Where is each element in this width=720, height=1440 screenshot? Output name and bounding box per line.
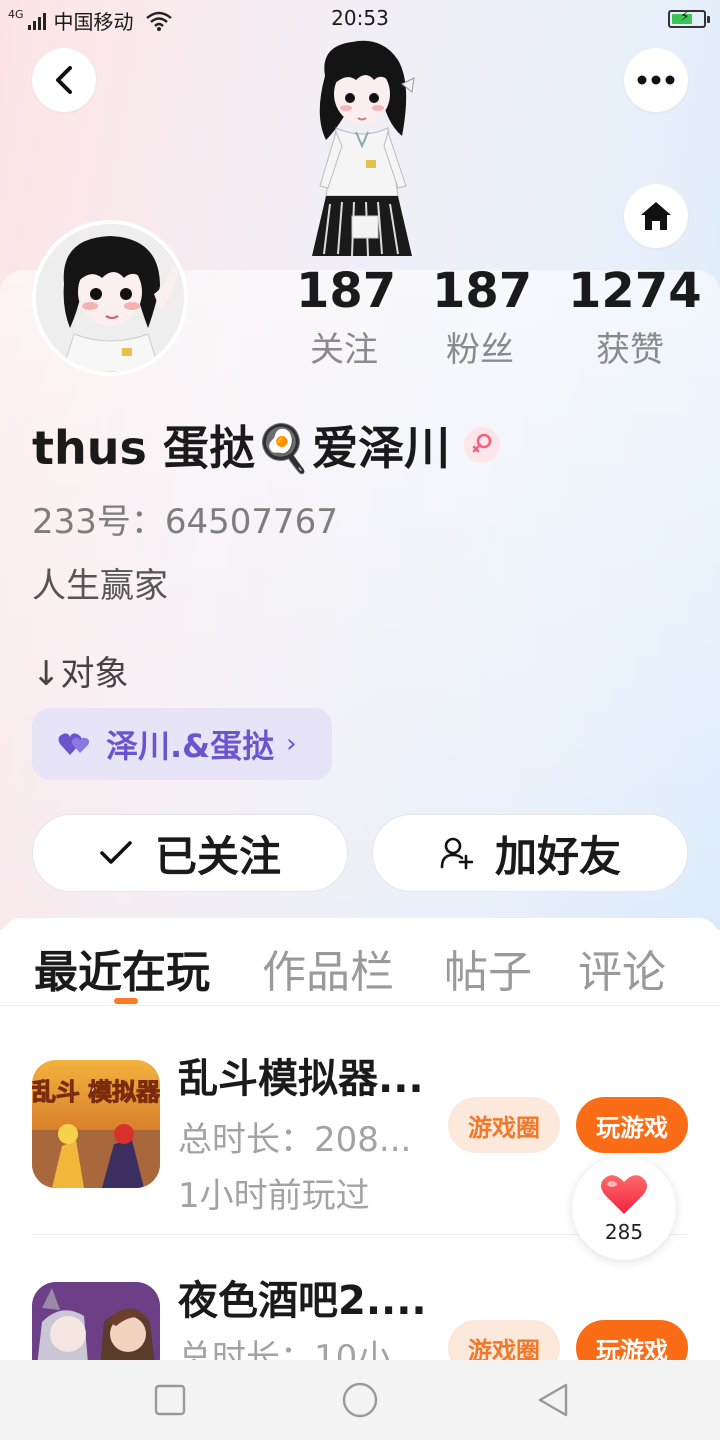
triangle-back-icon[interactable] xyxy=(536,1382,570,1418)
nickname-text: thus 蛋挞🍳爱泽川 xyxy=(32,421,451,475)
active-tab-indicator xyxy=(114,998,138,1004)
profile-tabs: 最近在玩 作品栏 帖子 评论 xyxy=(0,918,720,1006)
more-dots-icon xyxy=(637,75,675,85)
game-icon: 乱斗 模拟器 xyxy=(32,1060,160,1188)
female-icon xyxy=(464,427,501,463)
character-figure-image xyxy=(312,40,415,257)
add-friend-icon xyxy=(440,837,473,870)
user-id: 233号：64507767 xyxy=(32,502,338,542)
chevron-right-icon: › xyxy=(286,729,297,759)
like-button[interactable]: 285 xyxy=(572,1156,676,1260)
game-duration: 总时长：10小 xyxy=(178,1338,392,1360)
tab-posts[interactable]: 帖子 xyxy=(444,936,532,1000)
partner-label: ↓对象 xyxy=(32,654,129,694)
profile-nickname: thus 蛋挞🍳爱泽川 xyxy=(32,412,501,478)
check-icon xyxy=(100,841,132,864)
stat-value: 187 xyxy=(432,263,533,319)
game-circle-button[interactable]: 游戏圈 xyxy=(448,1097,560,1153)
user-bio: 人生赢家 xyxy=(32,566,168,606)
like-count: 285 xyxy=(604,1220,644,1244)
tab-comments[interactable]: 评论 xyxy=(578,936,666,1000)
double-heart-icon xyxy=(58,733,90,755)
status-bar: 4G 中国移动 20:53 ⚡ xyxy=(0,0,720,38)
stat-following[interactable]: 187 关注 xyxy=(296,262,397,380)
tab-works[interactable]: 作品栏 xyxy=(262,936,394,1000)
stat-label: 获赞 xyxy=(596,330,664,370)
add-friend-button[interactable]: 加好友 xyxy=(372,814,688,892)
partner-name: 泽川.&蛋挞 xyxy=(106,727,275,765)
tab-recently-played[interactable]: 最近在玩 xyxy=(34,936,210,1000)
square-icon[interactable] xyxy=(154,1384,186,1416)
circle-icon[interactable] xyxy=(341,1381,379,1419)
stat-value: 1274 xyxy=(568,263,702,319)
more-options-button[interactable] xyxy=(624,48,688,112)
clock: 20:53 xyxy=(331,6,389,30)
followed-label: 已关注 xyxy=(154,831,281,881)
play-game-button[interactable]: 玩游戏 xyxy=(576,1320,688,1360)
game-duration: 总时长：208... xyxy=(178,1120,412,1160)
followed-button[interactable]: 已关注 xyxy=(32,814,348,892)
game-icon xyxy=(32,1282,160,1360)
battery-charging-icon: ⚡ xyxy=(668,9,710,28)
game-title: 夜色酒吧2.... xyxy=(178,1278,427,1324)
stat-followers[interactable]: 187 粉丝 xyxy=(432,262,533,380)
game-last-played: 1小时前玩过 xyxy=(178,1176,370,1216)
game-circle-button[interactable]: 游戏圈 xyxy=(448,1320,560,1360)
stat-likes[interactable]: 1274 获赞 xyxy=(568,262,702,380)
back-arrow-icon xyxy=(56,66,72,94)
stat-value: 187 xyxy=(296,263,397,319)
stat-label: 粉丝 xyxy=(446,330,514,370)
play-game-button[interactable]: 玩游戏 xyxy=(576,1097,688,1153)
stat-label: 关注 xyxy=(310,330,378,370)
game-icon-text: 乱斗 模拟器 xyxy=(32,1078,160,1106)
add-friend-label: 加好友 xyxy=(494,831,621,881)
system-nav-bar xyxy=(0,1360,720,1440)
home-button[interactable] xyxy=(624,184,688,248)
back-button[interactable] xyxy=(32,48,96,112)
home-icon xyxy=(641,202,671,230)
partner-chip[interactable]: 泽川.&蛋挞 › xyxy=(32,708,332,780)
profile-stats: 187 关注 187 粉丝 1274 获赞 xyxy=(0,262,720,382)
game-title: 乱斗模拟器... xyxy=(178,1056,424,1102)
heart-icon xyxy=(601,1175,647,1214)
